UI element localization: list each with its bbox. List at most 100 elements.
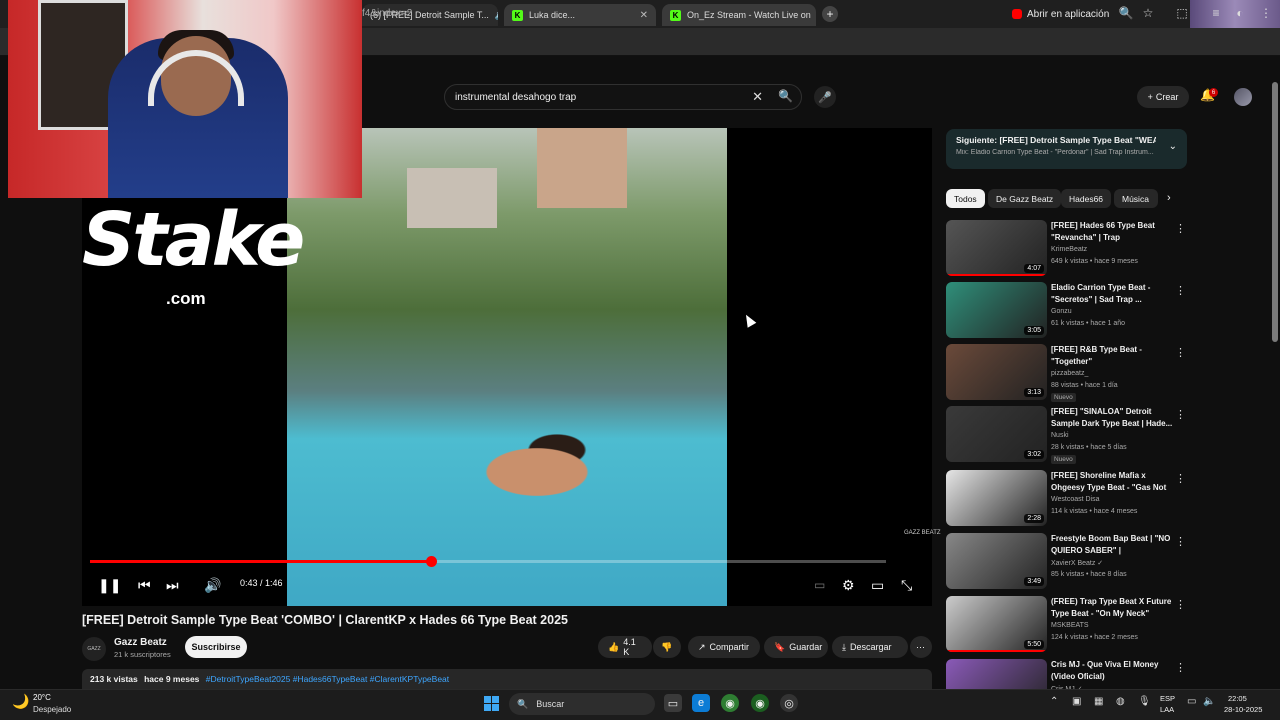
pause-icon[interactable]: ❚❚ <box>98 576 121 594</box>
chip-hades66[interactable]: Hades66 <box>1061 189 1112 208</box>
rec-channel[interactable]: Nuski <box>1051 432 1069 439</box>
rec-channel[interactable]: pizzabeatz_ <box>1051 370 1088 377</box>
tab-kick-1[interactable]: K Luka dice... ✕ <box>504 4 656 26</box>
save-button[interactable]: 🔖 Guardar <box>764 636 828 658</box>
hashtags[interactable]: #DetroitTypeBeat2025 #Hades66TypeBeat #C… <box>206 674 449 684</box>
user-avatar[interactable] <box>1234 88 1252 106</box>
settings-gear-icon[interactable]: ⚙ <box>842 576 855 594</box>
rec-channel[interactable]: Gonzu <box>1051 308 1072 315</box>
obs-icon[interactable]: ◎ <box>780 694 798 712</box>
description-box[interactable]: 213 k vistas hace 9 meses #DetroitTypeBe… <box>82 669 932 689</box>
taskbar-search[interactable]: 🔍 Buscar <box>509 693 655 715</box>
weather-temperature[interactable]: 20°C <box>33 693 51 702</box>
fullscreen-icon[interactable]: ⤡ <box>901 576 912 594</box>
create-button[interactable]: + Crear <box>1137 86 1189 108</box>
recommended-video[interactable]: 5:50 (FREE) Trap Type Beat X Future Type … <box>946 596 1186 654</box>
url-text[interactable]: f4&index=2 <box>362 8 412 19</box>
recommended-video[interactable]: 4:07 [FREE] Hades 66 Type Beat "Revancha"… <box>946 220 1186 278</box>
menu-icon[interactable]: ⋮ <box>1258 6 1274 20</box>
previous-icon[interactable]: ⏮ <box>138 576 151 594</box>
rec-channel[interactable]: MSKBEATS <box>1051 622 1089 629</box>
rec-channel[interactable]: Westcoast Disa <box>1051 496 1100 503</box>
video-thumbnail[interactable]: 3:02 <box>946 406 1047 462</box>
chrome-profile-icon[interactable]: ◉ <box>751 694 769 712</box>
dislike-button[interactable]: 👎 <box>653 636 681 658</box>
progress-scrubber[interactable] <box>426 556 437 567</box>
like-button[interactable]: 👍 4.1 K <box>598 636 652 658</box>
theater-mode-icon[interactable]: ▭ <box>871 576 884 594</box>
video-thumbnail[interactable]: 3:49 <box>946 533 1047 589</box>
windows-start-icon[interactable] <box>484 696 499 711</box>
input-language[interactable]: ESP <box>1160 694 1175 703</box>
recommended-video[interactable]: 3:02 [FREE] "SINALOA" Detroit Sample Dark… <box>946 406 1186 464</box>
recommended-video[interactable]: 3:49 Freestyle Boom Bap Beat | "NO QUIERO… <box>946 533 1186 591</box>
channel-avatar[interactable]: GAZZ <box>82 637 106 661</box>
video-thumbnail[interactable]: 3:13 <box>946 344 1047 400</box>
clock-date[interactable]: 28-10-2025 <box>1224 705 1262 714</box>
tray-monitor-icon[interactable]: ▭ <box>1187 696 1196 707</box>
weather-description[interactable]: Despejado <box>33 705 71 714</box>
more-options-icon[interactable]: ⋮ <box>1175 284 1186 297</box>
rec-title[interactable]: (FREE) Trap Type Beat X Future Type Beat… <box>1051 596 1175 619</box>
open-in-app-button[interactable]: Abrir en aplicación <box>1012 6 1109 22</box>
tray-grid-icon[interactable]: ▦ <box>1094 696 1103 707</box>
chrome-icon[interactable]: ◉ <box>721 694 739 712</box>
channel-name[interactable]: Gazz Beatz <box>114 637 167 648</box>
weather-moon-icon[interactable]: 🌙 <box>12 693 29 710</box>
bookmark-star-icon[interactable]: ☆ <box>1140 6 1156 20</box>
rec-title[interactable]: [FREE] "SINALOA" Detroit Sample Dark Typ… <box>1051 406 1175 429</box>
more-options-icon[interactable]: ⋮ <box>1175 598 1186 611</box>
rec-title[interactable]: Freestyle Boom Bap Beat | "NO QUIERO SAB… <box>1051 533 1175 557</box>
video-thumbnail[interactable]: 2:28 <box>946 470 1047 526</box>
rec-title[interactable]: [FREE] Hades 66 Type Beat "Revancha" | T… <box>1051 220 1175 244</box>
tray-app-icon[interactable]: ▣ <box>1072 696 1081 707</box>
input-layout[interactable]: LAA <box>1160 705 1174 714</box>
profile-icon[interactable]: ◐ <box>1232 6 1248 20</box>
mic-icon[interactable]: 🎤 <box>814 86 836 108</box>
tray-network-icon[interactable]: ◍ <box>1116 696 1125 707</box>
volume-icon[interactable]: 🔊 <box>204 576 221 594</box>
clear-search-icon[interactable]: ✕ <box>752 89 763 105</box>
share-button[interactable]: ↗ Compartir <box>688 636 760 658</box>
more-actions-button[interactable]: ⋯ <box>910 636 932 658</box>
video-thumbnail[interactable]: 5:50 <box>946 596 1047 652</box>
search-input[interactable]: instrumental desahogo trap ✕ 🔍 <box>444 84 802 110</box>
download-button[interactable]: ⤓ Descargar <box>832 636 908 658</box>
rec-title[interactable]: [FREE] R&B Type Beat - "Together" <box>1051 344 1175 367</box>
search-icon[interactable]: 🔍 <box>778 89 793 103</box>
recommended-video[interactable]: 3:13 [FREE] R&B Type Beat - "Together" piz… <box>946 344 1186 402</box>
more-options-icon[interactable]: ⋮ <box>1175 346 1186 359</box>
subtitles-icon[interactable]: ▭ <box>814 576 825 594</box>
video-frame[interactable] <box>287 128 727 606</box>
chip-musica[interactable]: Música <box>1114 189 1158 208</box>
edge-icon[interactable]: e <box>692 694 710 712</box>
rec-channel[interactable]: XavierX Beatz ✓ <box>1051 559 1103 567</box>
more-options-icon[interactable]: ⋮ <box>1175 222 1186 235</box>
chip-de-gazz-beatz[interactable]: De Gazz Beatz <box>988 189 1062 208</box>
more-options-icon[interactable]: ⋮ <box>1175 661 1186 674</box>
chevron-right-icon[interactable]: › <box>1167 192 1171 204</box>
more-options-icon[interactable]: ⋮ <box>1175 408 1186 421</box>
zoom-icon[interactable]: 🔍 <box>1118 6 1134 20</box>
rec-channel[interactable]: KrimeBeatz <box>1051 246 1087 253</box>
up-next-banner[interactable]: Siguiente: [FREE] Detroit Sample Type Be… <box>946 129 1187 169</box>
clock-time[interactable]: 22:05 <box>1228 694 1247 703</box>
rec-title[interactable]: Cris MJ - Que Viva El Money (Video Ofici… <box>1051 659 1175 682</box>
next-icon[interactable]: ⏭ <box>166 576 179 594</box>
chip-todos[interactable]: Todos <box>946 189 985 208</box>
file-explorer-icon[interactable]: ▭ <box>664 694 682 712</box>
tab-kick-2[interactable]: K On_Ez Stream - Watch Live on ✕ <box>662 4 816 26</box>
video-thumbnail[interactable]: 4:07 <box>946 220 1047 276</box>
recommended-video[interactable]: 2:28 [FREE] Shoreline Mafia x Ohgeesy Typ… <box>946 470 1186 528</box>
more-options-icon[interactable]: ⋮ <box>1175 535 1186 548</box>
scrollbar[interactable] <box>1272 82 1278 342</box>
media-control-icon[interactable]: ≡ <box>1208 6 1224 20</box>
new-tab-button[interactable]: + <box>822 6 838 22</box>
recommended-video[interactable]: 3:05 Eladio Carrion Type Beat - "Secretos… <box>946 282 1186 340</box>
rec-title[interactable]: [FREE] Shoreline Mafia x Ohgeesy Type Be… <box>1051 470 1175 494</box>
chevron-down-icon[interactable]: ⌄ <box>1169 141 1177 152</box>
video-thumbnail[interactable]: 3:05 <box>946 282 1047 338</box>
subscribe-button[interactable]: Suscribirse <box>185 636 247 658</box>
extensions-icon[interactable]: ⬚ <box>1174 6 1190 20</box>
tray-volume-icon[interactable]: 🔈 <box>1203 696 1215 707</box>
